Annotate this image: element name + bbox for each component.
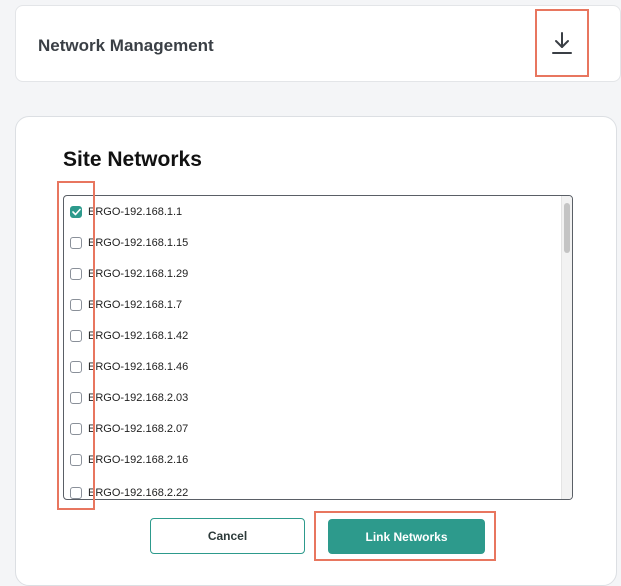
checkbox[interactable] <box>70 361 82 373</box>
list-scrollbar[interactable] <box>561 196 572 499</box>
download-icon <box>552 32 572 54</box>
site-networks-modal: Site Networks ERGO-192.168.1.1 ERGO-192.… <box>15 116 617 586</box>
list-item[interactable]: ERGO-192.168.1.1 <box>70 202 182 222</box>
network-label: ERGO-192.168.1.46 <box>88 361 189 373</box>
list-item[interactable]: ERGO-192.168.2.22 <box>70 483 189 499</box>
checkbox[interactable] <box>70 330 82 342</box>
checkbox[interactable] <box>70 299 82 311</box>
network-label: ERGO-192.168.1.42 <box>88 330 189 342</box>
checkbox[interactable] <box>70 206 82 218</box>
scroll-thumb[interactable] <box>564 203 570 253</box>
cancel-button[interactable]: Cancel <box>150 518 305 554</box>
modal-title: Site Networks <box>63 148 202 171</box>
download-button[interactable] <box>535 9 589 77</box>
page-title: Network Management <box>38 36 214 55</box>
list-item[interactable]: ERGO-192.168.1.46 <box>70 357 188 377</box>
checkmark-icon <box>71 208 81 216</box>
list-item[interactable]: ERGO-192.168.1.29 <box>70 264 188 284</box>
network-label: ERGO-192.168.2.22 <box>88 487 189 499</box>
link-networks-highlight: Link Networks <box>314 511 496 561</box>
list-item[interactable]: ERGO-192.168.2.07 <box>70 419 188 439</box>
network-label: ERGO-192.168.2.03 <box>88 392 189 404</box>
network-label: ERGO-192.168.1.15 <box>88 237 189 249</box>
checkbox[interactable] <box>70 268 82 280</box>
checkbox[interactable] <box>70 454 82 466</box>
network-label: ERGO-192.168.2.07 <box>88 423 189 435</box>
link-networks-button[interactable]: Link Networks <box>328 519 485 554</box>
list-item[interactable]: ERGO-192.168.1.7 <box>70 295 182 315</box>
checkbox[interactable] <box>70 487 82 499</box>
list-item[interactable]: ERGO-192.168.2.16 <box>70 450 188 470</box>
network-management-header: Network Management <box>15 5 621 82</box>
checkbox[interactable] <box>70 392 82 404</box>
network-list[interactable]: ERGO-192.168.1.1 ERGO-192.168.1.15 ERGO-… <box>63 195 573 500</box>
network-label: ERGO-192.168.1.29 <box>88 268 189 280</box>
checkbox[interactable] <box>70 423 82 435</box>
list-item[interactable]: ERGO-192.168.1.42 <box>70 326 188 346</box>
checkbox[interactable] <box>70 237 82 249</box>
list-item[interactable]: ERGO-192.168.1.15 <box>70 233 188 253</box>
network-label: ERGO-192.168.1.1 <box>88 206 183 218</box>
list-item[interactable]: ERGO-192.168.2.03 <box>70 388 188 408</box>
network-label: ERGO-192.168.1.7 <box>88 299 183 311</box>
network-label: ERGO-192.168.2.16 <box>88 454 189 466</box>
